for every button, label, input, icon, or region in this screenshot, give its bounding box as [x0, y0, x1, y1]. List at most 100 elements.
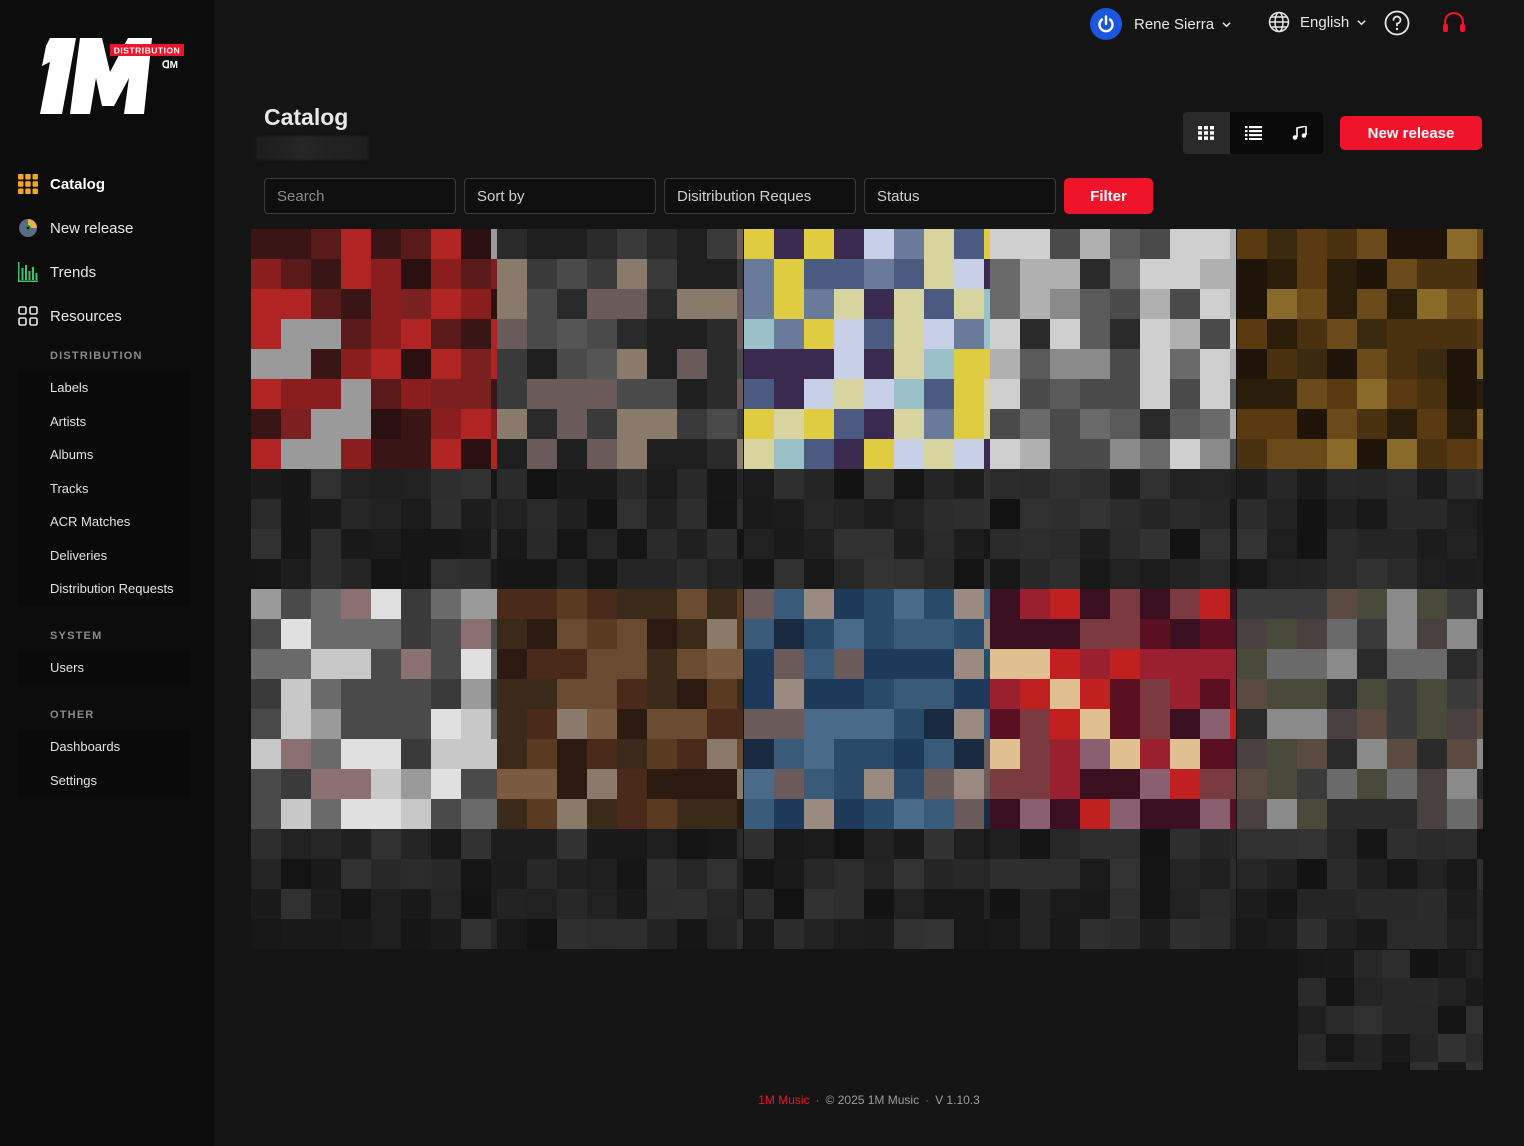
cover-pixel [617, 469, 647, 499]
sidebar-item-trends[interactable]: Trends [0, 250, 214, 294]
user-menu[interactable]: Rene Sierra [1090, 8, 1231, 40]
cover-pixel [1326, 1006, 1354, 1034]
cover-pixel [1140, 469, 1170, 499]
cover-pixel [1410, 950, 1438, 978]
cover-pixel [1230, 919, 1236, 949]
sidebar-item-dashboards[interactable]: Dashboards [18, 730, 190, 764]
sidebar-item-users[interactable]: Users [18, 651, 190, 685]
sidebar-item-resources[interactable]: Resources [0, 294, 214, 338]
release-card[interactable] [1298, 950, 1483, 1070]
sidebar-item-new-release[interactable]: New release [0, 206, 214, 250]
headset-icon[interactable] [1440, 10, 1468, 36]
grid-view-icon [1198, 126, 1215, 140]
cover-pixel [1447, 739, 1477, 769]
footer-brand-link[interactable]: 1M Music [758, 1093, 809, 1107]
language-selector[interactable]: English [1268, 11, 1366, 33]
cover-pixel [1297, 619, 1327, 649]
cover-pixel [924, 619, 954, 649]
cover-pixel [1387, 589, 1417, 619]
release-card[interactable] [990, 229, 1236, 589]
cover-pixel [461, 349, 491, 379]
brand-logo[interactable]: DISTRIBUTION ᗡM [36, 32, 186, 122]
sidebar-item-distribution-requests[interactable]: Distribution Requests [18, 572, 190, 606]
cover-pixel [1230, 589, 1236, 619]
help-icon[interactable] [1384, 10, 1410, 36]
cover-pixel [954, 859, 984, 889]
release-card[interactable] [744, 229, 990, 589]
cover-pixel [311, 589, 341, 619]
cover-pixel [431, 589, 461, 619]
cover-pixel [1237, 409, 1267, 439]
cover-pixel [990, 889, 1020, 919]
release-card[interactable] [1237, 229, 1483, 589]
cover-pixel [924, 259, 954, 289]
cover-pixel [251, 469, 281, 499]
cover-pixel [1237, 709, 1267, 739]
cover-pixel [401, 889, 431, 919]
cover-pixel [587, 379, 617, 409]
cover-pixel [1357, 439, 1387, 469]
release-card[interactable] [497, 589, 743, 949]
cover-pixel [864, 379, 894, 409]
sidebar-item-albums[interactable]: Albums [18, 438, 190, 472]
release-card[interactable] [497, 229, 743, 589]
cover-pixel [311, 529, 341, 559]
release-card[interactable] [251, 229, 497, 589]
sidebar-item-deliveries[interactable]: Deliveries [18, 539, 190, 573]
section-title-distribution: DISTRIBUTION [50, 350, 143, 362]
cover-pixel [1230, 469, 1236, 499]
grid-view-button[interactable] [1183, 112, 1230, 154]
new-release-button[interactable]: New release [1340, 116, 1482, 150]
sidebar-item-tracks[interactable]: Tracks [18, 472, 190, 506]
tracks-view-button[interactable] [1276, 112, 1323, 154]
sidebar-item-settings[interactable]: Settings [18, 764, 190, 798]
sort-by-select[interactable]: Sort by [464, 178, 656, 214]
cover-pixel [774, 739, 804, 769]
cover-pixel [1466, 1034, 1483, 1062]
cover-pixel [774, 829, 804, 859]
cover-pixel [737, 919, 743, 949]
cover-pixel [1237, 889, 1267, 919]
cover-pixel [1477, 919, 1483, 949]
sidebar-item-catalog[interactable]: Catalog [0, 162, 214, 206]
cover-pixel [497, 439, 527, 469]
list-view-button[interactable] [1230, 112, 1277, 154]
cover-pixel [707, 739, 737, 769]
cover-pixel [1230, 229, 1236, 259]
cover-pixel [1477, 769, 1483, 799]
cover-pixel [311, 499, 341, 529]
cover-pixel [954, 679, 984, 709]
cover-pixel [1230, 679, 1236, 709]
sidebar-item-artists[interactable]: Artists [18, 405, 190, 439]
cover-pixel [737, 559, 743, 589]
cover-pixel [834, 679, 864, 709]
cover-pixel [1267, 889, 1297, 919]
sidebar-item-acr-matches[interactable]: ACR Matches [18, 505, 190, 539]
release-card[interactable] [744, 589, 990, 949]
distribution-request-select[interactable]: Disitribution Reques [664, 178, 856, 214]
status-select[interactable]: Status [864, 178, 1056, 214]
cover-pixel [311, 379, 341, 409]
cover-pixel [707, 649, 737, 679]
sidebar-item-labels[interactable]: Labels [18, 371, 190, 405]
release-card[interactable] [990, 589, 1236, 949]
cover-pixel [894, 289, 924, 319]
cover-pixel [617, 799, 647, 829]
search-input[interactable] [264, 178, 456, 214]
cover-pixel [1170, 259, 1200, 289]
cover-pixel [894, 619, 924, 649]
cover-pixel [431, 799, 461, 829]
cover-pixel [1050, 379, 1080, 409]
release-card[interactable] [1237, 589, 1483, 949]
release-card[interactable] [251, 589, 497, 949]
cover-pixel [1237, 559, 1267, 589]
cover-pixel [431, 649, 461, 679]
cover-pixel [1170, 349, 1200, 379]
cover-pixel [894, 529, 924, 559]
cover-pixel [1050, 889, 1080, 919]
cover-pixel [1387, 229, 1417, 259]
cover-pixel [281, 319, 311, 349]
cover-pixel [647, 679, 677, 709]
cover-pixel [1326, 950, 1354, 978]
filter-button[interactable]: Filter [1064, 178, 1153, 214]
